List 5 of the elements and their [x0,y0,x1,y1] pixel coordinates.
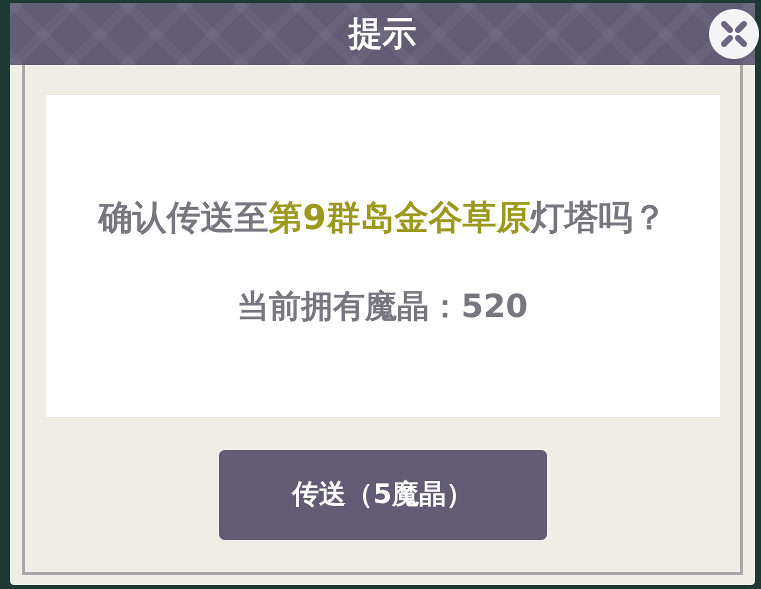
dialog-title: 提示 [348,12,416,56]
confirm-message: 确认传送至第9群岛金谷草原灯塔吗？ [98,196,666,240]
teleport-button[interactable]: 传送（5魔晶） [218,450,546,540]
balance-text: 当前拥有魔晶：520 [237,286,528,326]
close-icon [719,19,749,49]
